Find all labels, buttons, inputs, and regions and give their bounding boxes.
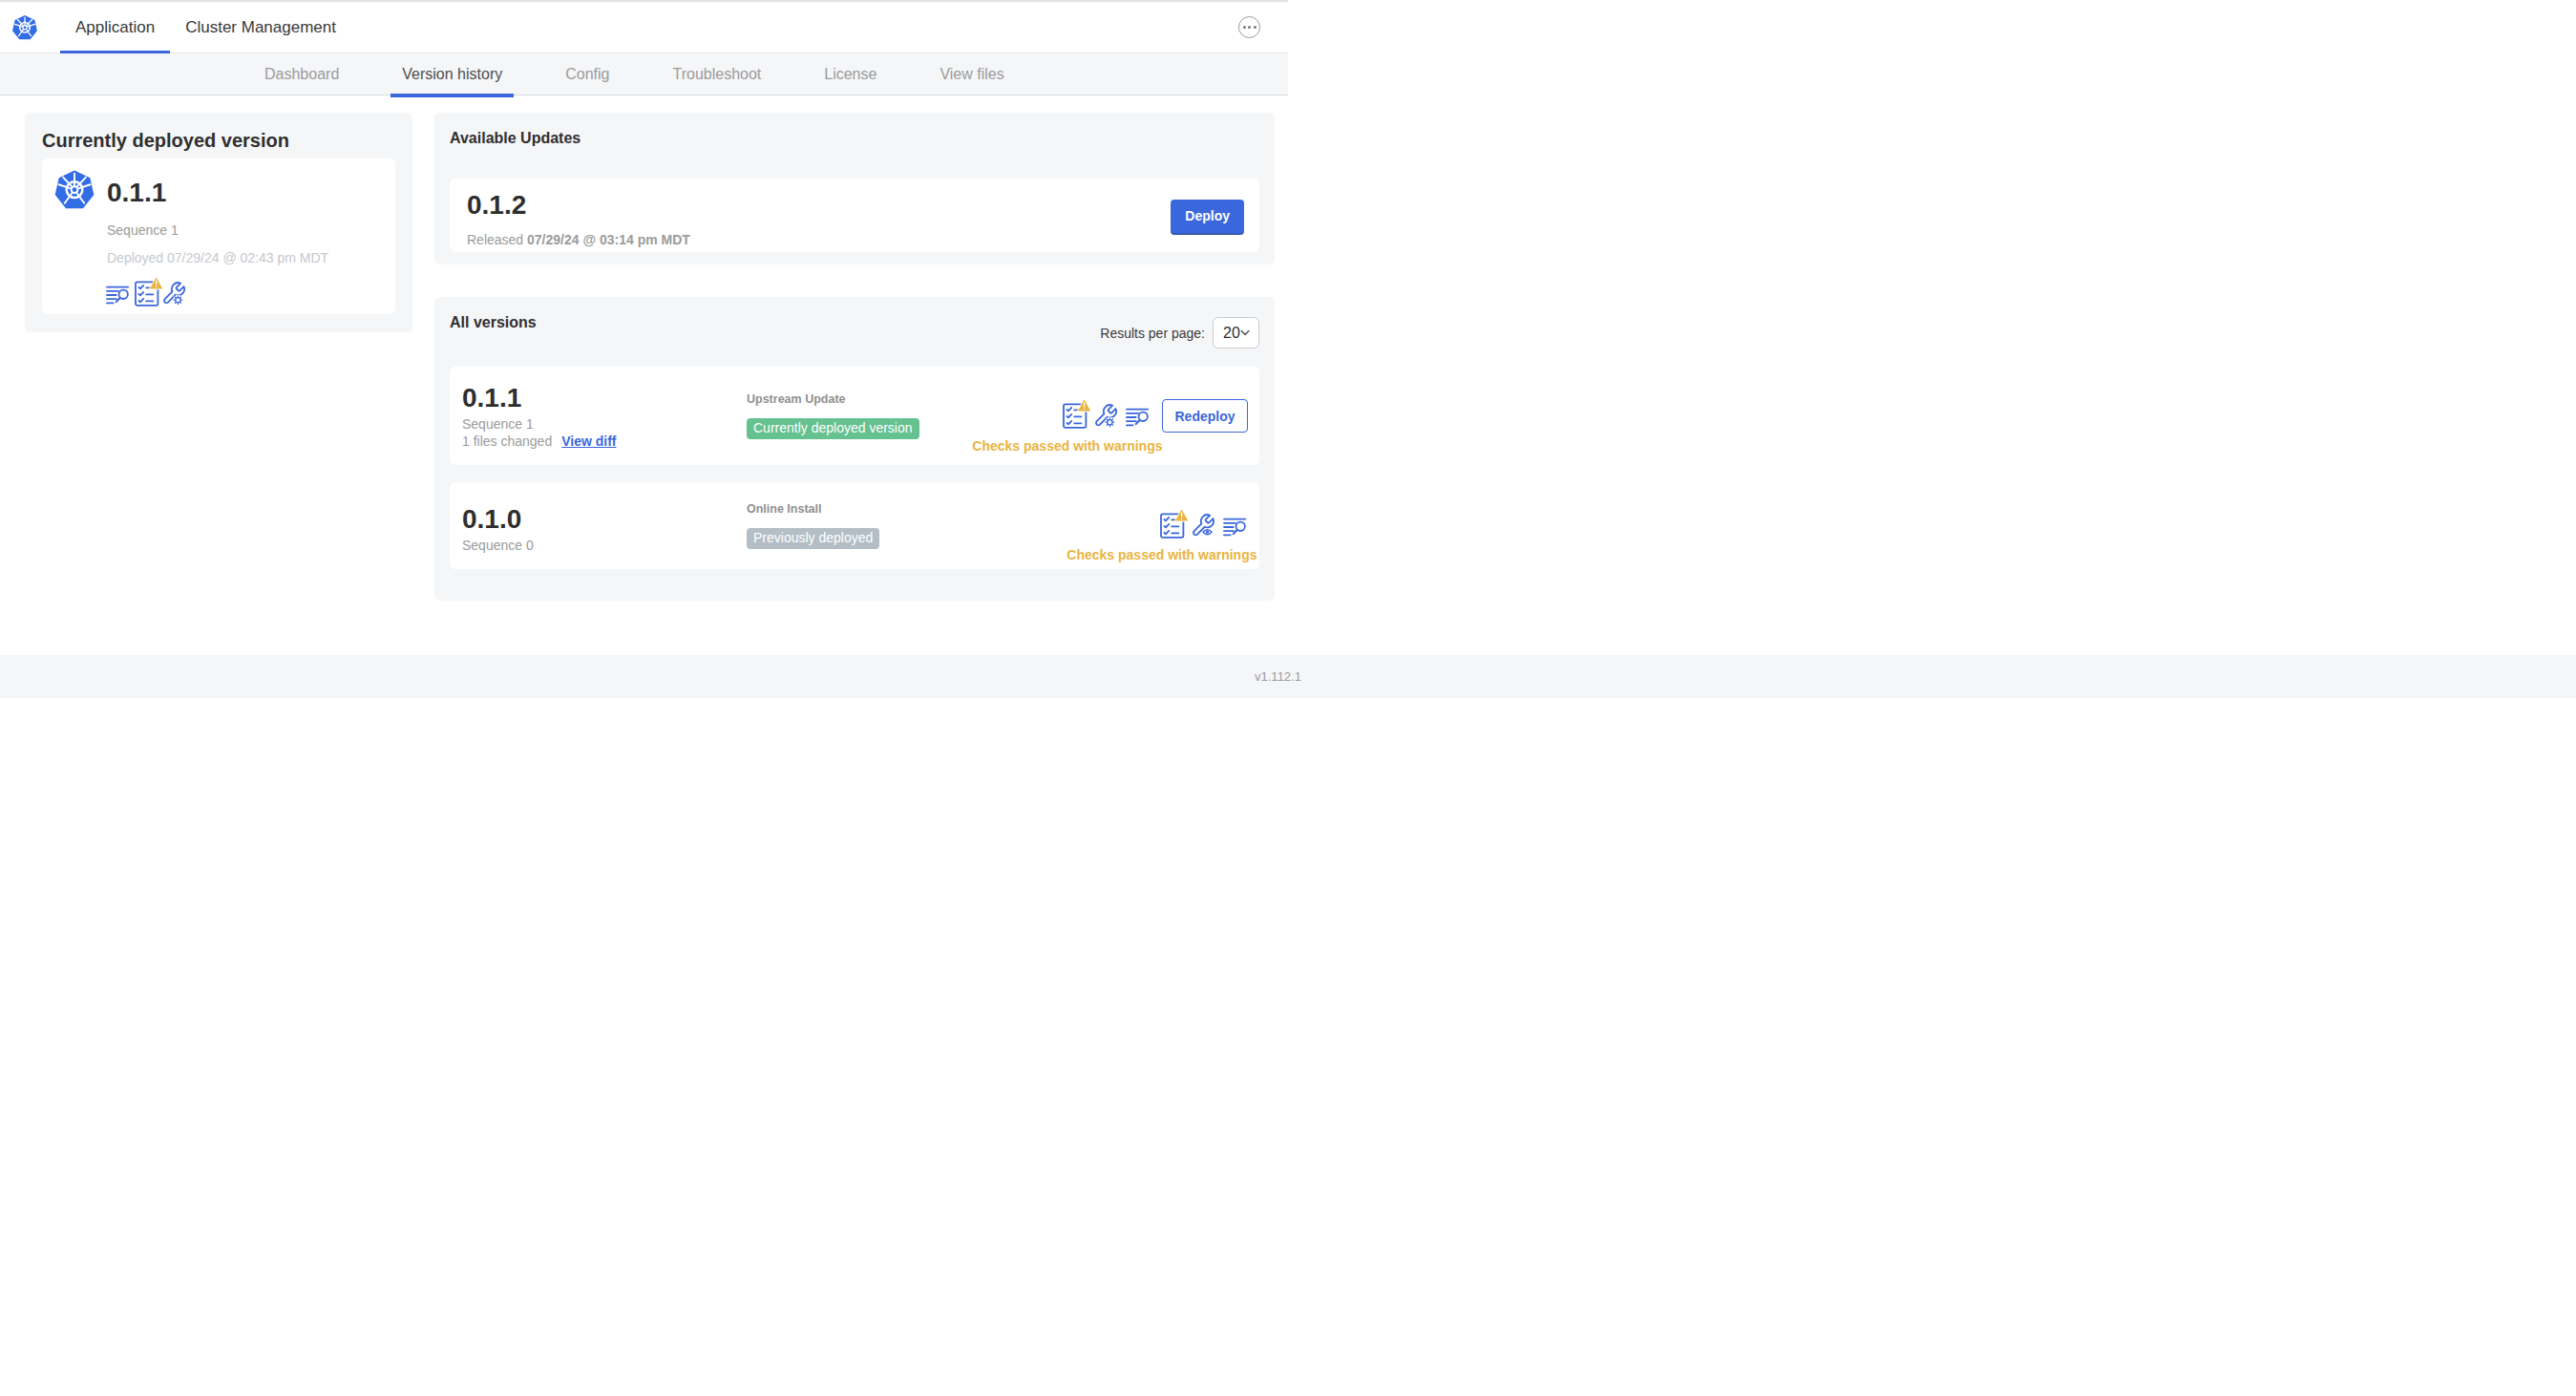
current-sequence: Sequence 1 xyxy=(107,222,328,238)
row-source-label: Upstream Update xyxy=(747,392,1063,406)
row-source-label: Online Install xyxy=(747,502,1160,516)
current-version-actions xyxy=(106,282,328,307)
preflight-checks-warning-icon[interactable] xyxy=(1160,514,1185,539)
app-subnav: Dashboard Version history Config Trouble… xyxy=(0,53,1288,95)
tab-cluster-management-label: Cluster Management xyxy=(185,18,336,37)
currently-deployed-panel: Currently deployed version 0.1.1 Sequenc… xyxy=(25,113,412,332)
update-released-timestamp: Released 07/29/24 @ 03:14 pm MDT xyxy=(467,232,690,247)
preflight-status-text: Checks passed with warnings xyxy=(972,438,1162,454)
release-notes-icon[interactable] xyxy=(1126,404,1151,429)
chevron-down-icon xyxy=(1240,329,1250,336)
version-row-0.1.1: 0.1.1 Sequence 1 1 files changed View di… xyxy=(450,367,1259,465)
tab-application-label: Application xyxy=(75,18,155,37)
main-content: Currently deployed version 0.1.1 Sequenc… xyxy=(0,95,1288,601)
row-actions xyxy=(1160,514,1248,539)
edit-config-icon[interactable] xyxy=(1094,404,1119,429)
results-per-page: Results per page: 20 xyxy=(1100,317,1259,349)
current-deployed-timestamp: Deployed 07/29/24 @ 02:43 pm MDT xyxy=(107,250,328,265)
app-footer: v1.112.1 xyxy=(0,655,1288,698)
available-update-card: 0.1.2 Released 07/29/24 @ 03:14 pm MDT D… xyxy=(450,179,1259,252)
tab-cluster-management[interactable]: Cluster Management xyxy=(170,2,351,53)
subnav-license[interactable]: License xyxy=(813,53,888,95)
view-config-icon[interactable] xyxy=(1192,514,1216,539)
results-per-page-select[interactable]: 20 xyxy=(1213,317,1259,349)
release-notes-icon[interactable] xyxy=(106,282,131,307)
row-sequence: Sequence 1 xyxy=(462,416,747,432)
deployed-status-badge: Previously deployed xyxy=(747,528,879,549)
update-version: 0.1.2 xyxy=(467,191,690,219)
row-files-changed: 1 files changed xyxy=(462,434,552,449)
available-updates-panel: Available Updates 0.1.2 Released 07/29/2… xyxy=(434,113,1275,264)
overflow-menu-button[interactable] xyxy=(1238,16,1260,38)
current-version: 0.1.1 xyxy=(107,179,328,206)
header-tabs: Application Cluster Management xyxy=(60,2,351,53)
currently-deployed-card: 0.1.1 Sequence 1 Deployed 07/29/24 @ 02:… xyxy=(42,159,395,314)
kubernetes-app-icon xyxy=(53,169,95,211)
right-column: Available Updates 0.1.2 Released 07/29/2… xyxy=(434,113,1275,601)
subnav-version-history[interactable]: Version history xyxy=(391,53,514,95)
version-row-0.1.0: 0.1.0 Sequence 0 Online Install Previous… xyxy=(450,482,1259,569)
release-notes-icon[interactable] xyxy=(1223,514,1248,539)
deploy-button[interactable]: Deploy xyxy=(1171,200,1244,235)
all-versions-panel: All versions Results per page: 20 0.1.1 … xyxy=(434,297,1275,601)
all-versions-title: All versions xyxy=(450,313,537,332)
currently-deployed-title: Currently deployed version xyxy=(42,129,395,152)
redeploy-button[interactable]: Redeploy xyxy=(1162,399,1247,433)
kubernetes-logo-icon xyxy=(11,14,38,41)
preflight-checks-warning-icon[interactable] xyxy=(135,282,159,307)
deployed-status-badge: Currently deployed version xyxy=(747,418,919,439)
ellipsis-icon xyxy=(1243,26,1246,29)
row-actions: Redeploy xyxy=(1063,399,1247,433)
subnav-config[interactable]: Config xyxy=(554,53,621,95)
edit-config-icon[interactable] xyxy=(162,282,187,307)
row-sequence: Sequence 0 xyxy=(462,538,747,553)
subnav-troubleshoot[interactable]: Troubleshoot xyxy=(661,53,772,95)
subnav-dashboard[interactable]: Dashboard xyxy=(253,53,350,95)
subnav-view-files[interactable]: View files xyxy=(928,53,1015,95)
available-updates-title: Available Updates xyxy=(450,129,1259,148)
row-version: 0.1.1 xyxy=(462,384,747,412)
row-version: 0.1.0 xyxy=(462,505,747,533)
all-versions-header: All versions Results per page: 20 xyxy=(450,313,1259,349)
preflight-status-text: Checks passed with warnings xyxy=(1066,547,1256,562)
preflight-checks-warning-icon[interactable] xyxy=(1063,404,1087,429)
view-diff-link[interactable]: View diff xyxy=(561,434,616,449)
app-header: Application Cluster Management xyxy=(0,0,1288,53)
tab-application[interactable]: Application xyxy=(60,2,170,53)
results-per-page-label: Results per page: xyxy=(1100,326,1205,341)
console-version: v1.112.1 xyxy=(1255,669,1288,684)
